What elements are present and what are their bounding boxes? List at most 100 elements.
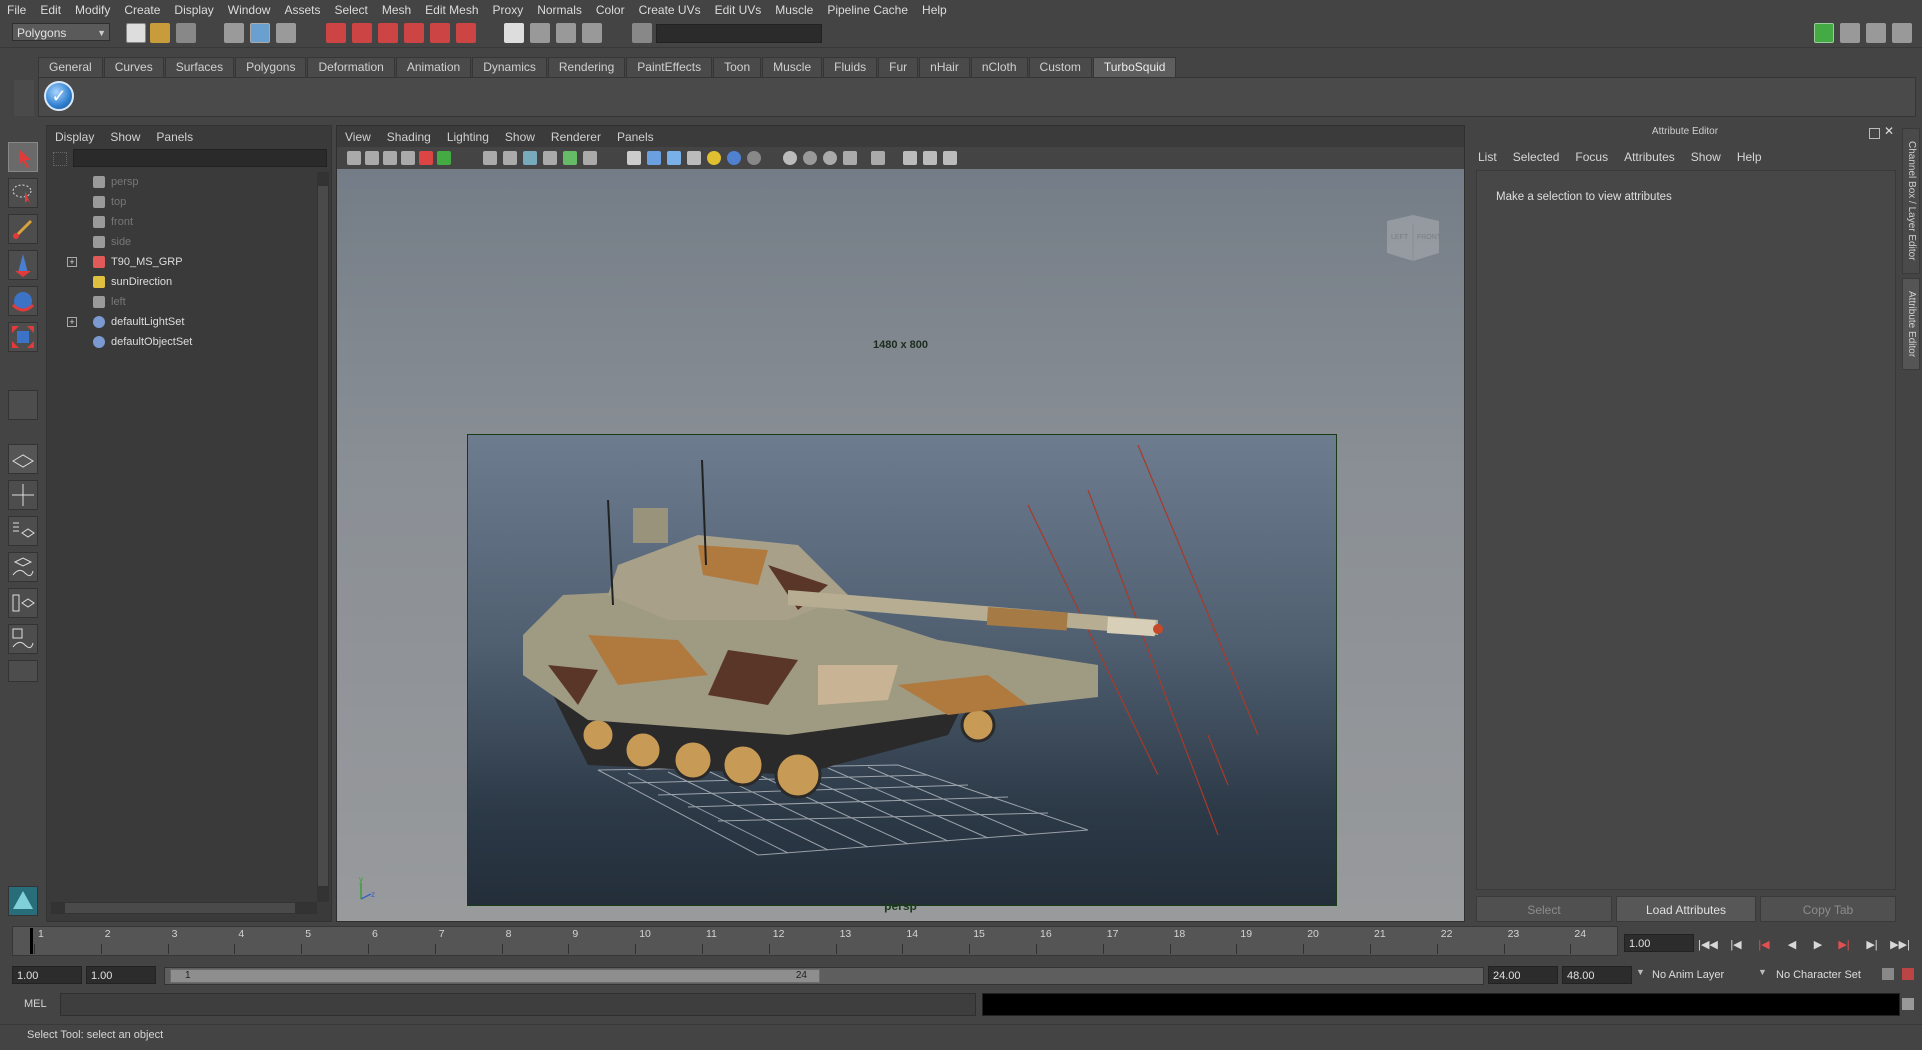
outliner-item[interactable]: + T90_MS_GRP: [47, 252, 307, 272]
playback-start-field[interactable]: 1.00: [86, 966, 156, 984]
menu-item-proxy[interactable]: Proxy: [486, 3, 531, 17]
outliner-persp-layout-icon[interactable]: [8, 516, 38, 546]
camera-frame-icon[interactable]: [903, 151, 917, 165]
snap-grid-icon[interactable]: [326, 23, 346, 43]
go-to-start-icon[interactable]: |◀◀: [1698, 936, 1718, 954]
snap-curve-icon[interactable]: [352, 23, 372, 43]
save-scene-icon[interactable]: [176, 23, 196, 43]
menu-item-edit-uvs[interactable]: Edit UVs: [708, 3, 769, 17]
menu-item-display[interactable]: Display: [167, 3, 220, 17]
select-component-icon[interactable]: [276, 23, 296, 43]
channel-box-side-tab[interactable]: Channel Box / Layer Editor: [1902, 128, 1920, 274]
safe-title-icon[interactable]: [583, 151, 597, 165]
select-object-icon[interactable]: [250, 23, 270, 43]
four-view-layout-icon[interactable]: [8, 480, 38, 510]
last-tool-slot[interactable]: [8, 390, 38, 420]
shelf-tab-rendering[interactable]: Rendering: [547, 57, 626, 77]
outliner-item[interactable]: top: [47, 192, 307, 212]
anim-layer-label[interactable]: No Anim Layer: [1652, 969, 1724, 981]
screen-space-ao-icon[interactable]: [747, 151, 761, 165]
outliner-item[interactable]: front: [47, 212, 307, 232]
anim-layer-dropdown-arrow-icon[interactable]: ▼: [1636, 967, 1648, 977]
motion-blur-icon[interactable]: [783, 151, 797, 165]
end-time-field[interactable]: 48.00: [1562, 966, 1632, 984]
step-back-key-icon[interactable]: |◀: [1754, 936, 1774, 954]
shelf-tab-polygons[interactable]: Polygons: [235, 57, 307, 77]
outliner-horizontal-scrollbar[interactable]: [51, 902, 317, 914]
hypershade-persp-layout-icon[interactable]: [8, 588, 38, 618]
step-forward-key-icon[interactable]: ▶|: [1834, 936, 1854, 954]
attribute-menu-show[interactable]: Show: [1683, 147, 1729, 167]
use-all-lights-icon[interactable]: [707, 151, 721, 165]
range-slider-handle[interactable]: 1 24: [170, 969, 820, 983]
two-d-pan-zoom-icon[interactable]: [419, 151, 433, 165]
menu-item-select[interactable]: Select: [327, 3, 374, 17]
snap-live-icon[interactable]: [430, 23, 450, 43]
turbosquid-checkmark-icon[interactable]: ✓: [44, 81, 74, 111]
character-set-dropdown-arrow-icon[interactable]: ▼: [1758, 967, 1770, 977]
shelf-tab-painteffects[interactable]: PaintEffects: [626, 57, 713, 77]
close-icon[interactable]: ✕: [1884, 124, 1894, 138]
menu-item-create[interactable]: Create: [117, 3, 167, 17]
turbosquid-logo-icon[interactable]: [8, 886, 38, 916]
outliner-item[interactable]: + defaultLightSet: [47, 312, 307, 332]
outliner-item[interactable]: side: [47, 232, 307, 252]
playback-end-field[interactable]: 24.00: [1488, 966, 1558, 984]
float-panel-icon[interactable]: [1869, 128, 1880, 139]
isolate-select-icon[interactable]: [871, 151, 885, 165]
outliner-vertical-scrollbar[interactable]: [317, 172, 329, 902]
grease-pencil-icon[interactable]: [437, 151, 451, 165]
toggle-channel-box-icon[interactable]: [1892, 23, 1912, 43]
shadows-icon[interactable]: [727, 151, 741, 165]
viewport-menu-lighting[interactable]: Lighting: [439, 130, 497, 144]
menu-item-assets[interactable]: Assets: [277, 3, 327, 17]
viewport-menu-show[interactable]: Show: [497, 130, 543, 144]
move-tool-icon[interactable]: [8, 250, 38, 280]
lasso-tool-icon[interactable]: [8, 178, 38, 208]
persp-graph-layout-icon[interactable]: [8, 552, 38, 582]
field-chart-icon[interactable]: [563, 151, 577, 165]
select-tool-icon[interactable]: [8, 142, 38, 172]
menu-set-dropdown[interactable]: Polygons ▼: [12, 23, 110, 41]
shelf-menu-handle[interactable]: [14, 80, 34, 116]
grid-icon[interactable]: [483, 151, 497, 165]
magnet-icon[interactable]: [456, 23, 476, 43]
resolution-gate-icon[interactable]: [523, 151, 537, 165]
play-forwards-icon[interactable]: ▶: [1808, 936, 1828, 954]
character-set-label[interactable]: No Character Set: [1776, 969, 1861, 981]
viewport-menu-renderer[interactable]: Renderer: [543, 130, 609, 144]
shelf-tab-nhair[interactable]: nHair: [919, 57, 970, 77]
open-scene-icon[interactable]: [150, 23, 170, 43]
current-time-field[interactable]: 1.00: [1624, 934, 1694, 952]
menu-item-edit-mesh[interactable]: Edit Mesh: [418, 3, 485, 17]
snap-point-icon[interactable]: [378, 23, 398, 43]
copy-tab-button[interactable]: Copy Tab: [1760, 896, 1896, 922]
shelf-tab-custom[interactable]: Custom: [1028, 57, 1092, 77]
script-editor-icon[interactable]: [1902, 998, 1914, 1010]
menu-item-edit[interactable]: Edit: [33, 3, 68, 17]
animation-prefs-icon[interactable]: [1902, 968, 1914, 980]
attribute-menu-help[interactable]: Help: [1729, 147, 1770, 167]
current-time-marker[interactable]: [30, 928, 33, 954]
quick-select-input[interactable]: [656, 24, 822, 43]
ipr-render-icon[interactable]: [556, 23, 576, 43]
shelf-tab-fluids[interactable]: Fluids: [823, 57, 878, 77]
menu-item-normals[interactable]: Normals: [530, 3, 589, 17]
camera-attributes-icon[interactable]: [365, 151, 379, 165]
menu-item-window[interactable]: Window: [221, 3, 278, 17]
outliner-item[interactable]: defaultObjectSet: [47, 332, 307, 352]
anti-aliasing-icon[interactable]: [803, 151, 817, 165]
rotate-tool-icon[interactable]: [8, 286, 38, 316]
input-field-icon[interactable]: [632, 23, 652, 43]
mel-label[interactable]: MEL: [24, 998, 47, 1010]
menu-item-mesh[interactable]: Mesh: [375, 3, 418, 17]
attribute-editor-side-tab[interactable]: Attribute Editor: [1902, 278, 1920, 370]
menu-item-modify[interactable]: Modify: [68, 3, 117, 17]
load-attributes-button[interactable]: Load Attributes: [1616, 896, 1756, 922]
outliner-menu-display[interactable]: Display: [47, 130, 102, 144]
select-camera-icon[interactable]: [347, 151, 361, 165]
menu-item-muscle[interactable]: Muscle: [768, 3, 820, 17]
scale-tool-icon[interactable]: [8, 322, 38, 352]
single-perspective-layout-icon[interactable]: [8, 444, 38, 474]
render-view-icon[interactable]: [504, 23, 524, 43]
